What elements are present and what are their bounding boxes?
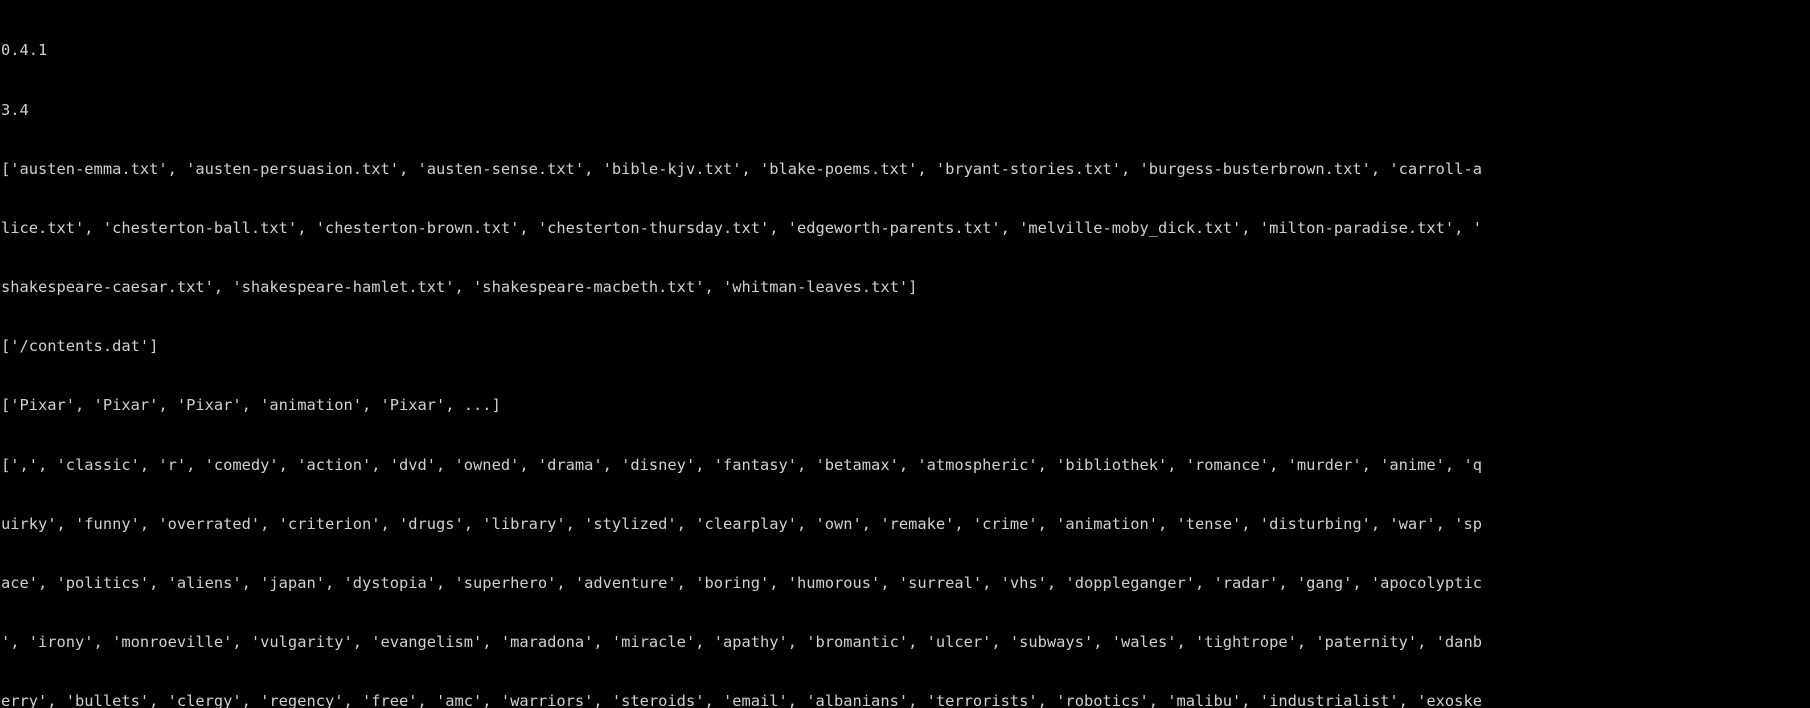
terminal-line: uirky', 'funny', 'overrated', 'criterion… (1, 514, 1482, 533)
terminal-line: ['/contents.dat'] (1, 337, 159, 356)
terminal-line: ['austen-emma.txt', 'austen-persuasion.t… (1, 159, 1482, 178)
terminal-line: erry', 'bullets', 'clergy', 'regency', '… (1, 692, 1482, 708)
terminal-line: 0.4.1 (1, 41, 48, 60)
terminal-line: 3.4 (1, 100, 29, 119)
terminal-line: ', 'irony', 'monroeville', 'vulgarity', … (1, 633, 1482, 651)
terminal-line: [',', 'classic', 'r', 'comedy', 'action'… (1, 455, 1482, 474)
terminal-output-pane[interactable]: 0.4.1 3.4 ['austen-emma.txt', 'austen-pe… (0, 0, 1810, 708)
terminal-line: shakespeare-caesar.txt', 'shakespeare-ha… (1, 278, 918, 297)
terminal-line: ace', 'politics', 'aliens', 'japan', 'dy… (1, 573, 1482, 592)
terminal-line: ['Pixar', 'Pixar', 'Pixar', 'animation',… (1, 396, 501, 415)
terminal-line: lice.txt', 'chesterton-ball.txt', 'chest… (1, 218, 1482, 237)
